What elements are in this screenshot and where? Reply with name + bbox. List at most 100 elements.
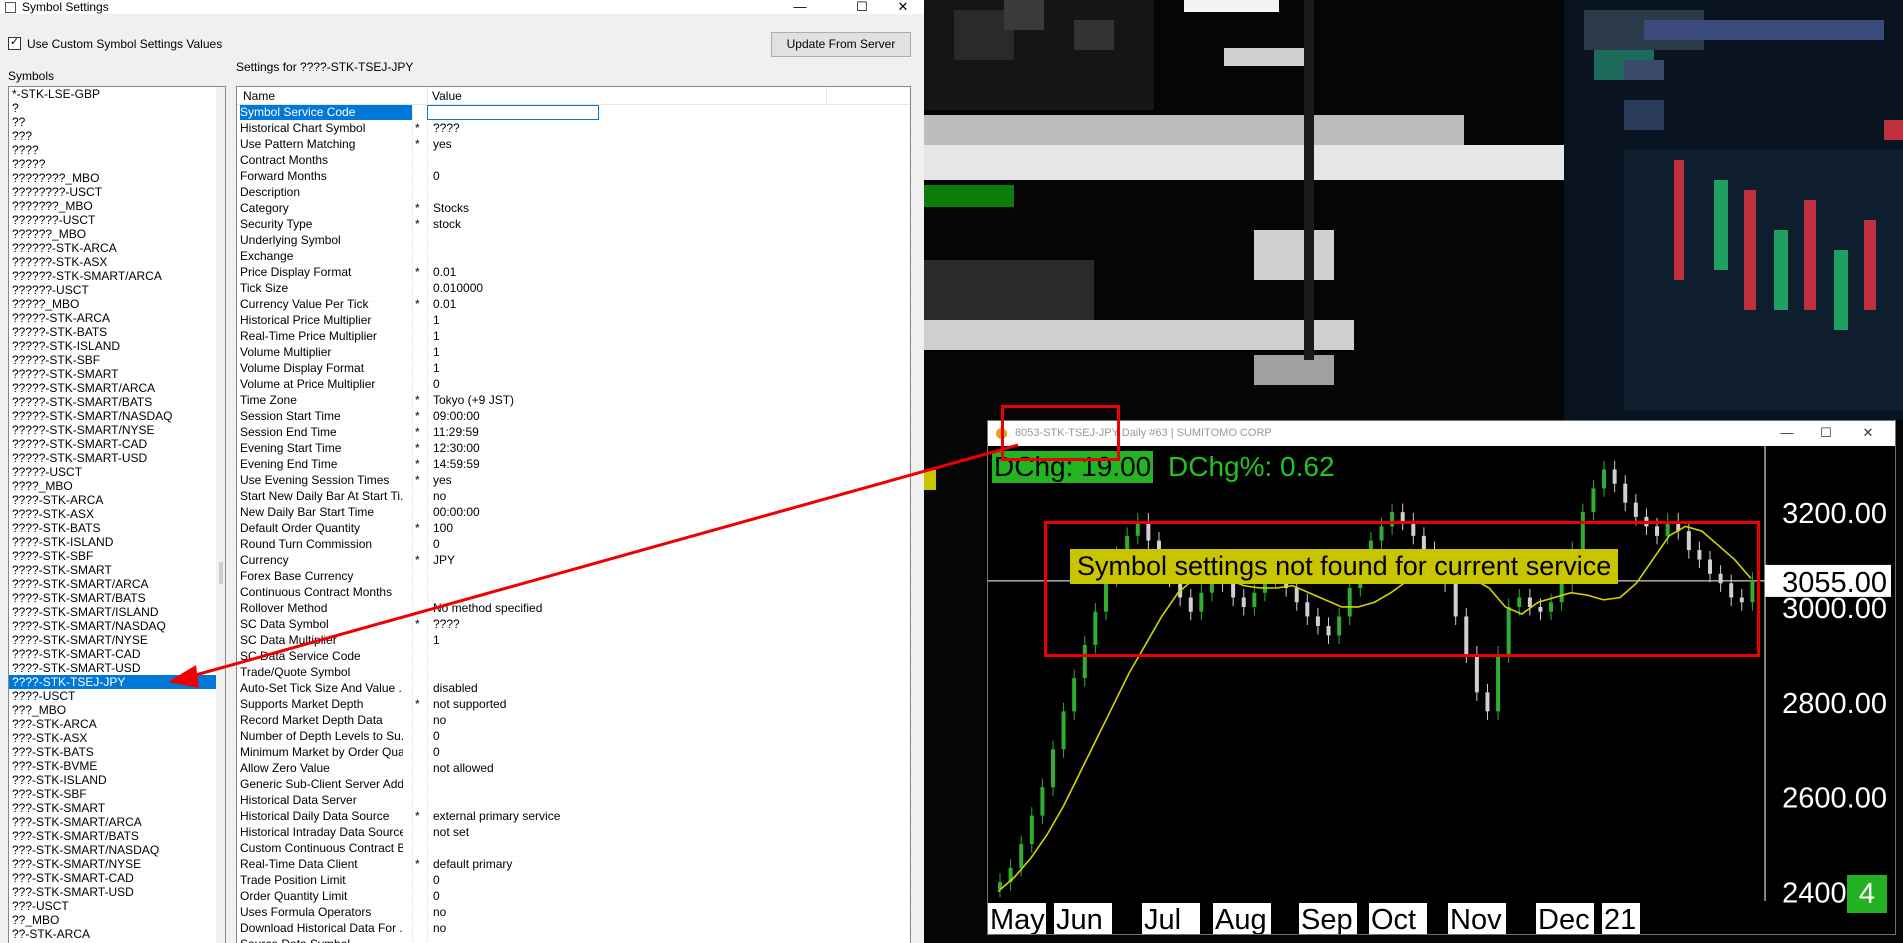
setting-row[interactable]: Auto-Set Tick Size And Value ... disabled — [237, 681, 910, 697]
setting-value[interactable]: 0 — [433, 873, 773, 888]
setting-value[interactable]: No method specified — [433, 601, 773, 616]
setting-value[interactable]: 1 — [433, 329, 773, 344]
symbol-list-item[interactable]: ????-STK-SMART/ISLAND — [9, 605, 225, 619]
symbol-list-item[interactable]: ???-STK-SMART/BATS — [9, 829, 225, 843]
setting-row[interactable]: Underlying Symbol — [237, 233, 910, 249]
setting-row[interactable]: Rollover Method No method specified — [237, 601, 910, 617]
setting-row[interactable]: Symbol Service Code — [237, 105, 910, 121]
setting-value[interactable]: 0 — [433, 745, 773, 760]
setting-row[interactable]: Historical Price Multiplier 1 — [237, 313, 910, 329]
setting-row[interactable]: Historical Daily Data Source * external pr… — [237, 809, 910, 825]
setting-value[interactable]: 14:59:59 — [433, 457, 773, 472]
symbol-list-item[interactable]: ???-STK-ISLAND — [9, 773, 225, 787]
setting-value[interactable]: Stocks — [433, 201, 773, 216]
settings-grid[interactable]: Name Value Symbol Service Code Historical… — [236, 86, 911, 943]
symbol-list-item[interactable]: ????? — [9, 157, 225, 171]
setting-row[interactable]: Use Evening Session Times * yes — [237, 473, 910, 489]
setting-value[interactable]: 11:29:59 — [433, 425, 773, 440]
setting-row[interactable]: Allow Zero Value not allowed — [237, 761, 910, 777]
chart-minimize-icon[interactable]: — — [1772, 424, 1802, 442]
symbol-list-item[interactable]: ????-USCT — [9, 689, 225, 703]
symbol-list-item[interactable]: ???-STK-SMART-USD — [9, 885, 225, 899]
setting-row[interactable]: Evening End Time * 14:59:59 — [237, 457, 910, 473]
setting-row[interactable]: Forward Months 0 — [237, 169, 910, 185]
setting-row[interactable]: Use Pattern Matching * yes — [237, 137, 910, 153]
setting-value[interactable]: ???? — [433, 617, 773, 632]
symbol-list-item[interactable]: ???? — [9, 143, 225, 157]
symbol-list-item[interactable]: ???-STK-BVME — [9, 759, 225, 773]
setting-row[interactable]: Real-Time Price Multiplier 1 — [237, 329, 910, 345]
setting-value[interactable]: JPY — [433, 553, 773, 568]
column-header-name[interactable]: Name — [243, 89, 275, 103]
close-icon[interactable]: ✕ — [888, 0, 918, 14]
setting-value[interactable]: disabled — [433, 681, 773, 696]
setting-row[interactable]: Source Data Symbol — [237, 937, 910, 943]
setting-value[interactable]: yes — [433, 137, 773, 152]
maximize-icon[interactable]: ☐ — [847, 0, 877, 14]
setting-value[interactable]: external primary service — [433, 809, 773, 824]
setting-row[interactable]: Exchange — [237, 249, 910, 265]
symbol-list-item[interactable]: ????-STK-SMART/NYSE — [9, 633, 225, 647]
setting-value[interactable]: 00:00:00 — [433, 505, 773, 520]
column-header-value[interactable]: Value — [432, 89, 462, 103]
setting-value[interactable]: no — [433, 713, 773, 728]
symbol-list-item[interactable]: ???-STK-SMART — [9, 801, 225, 815]
setting-value[interactable]: not allowed — [433, 761, 773, 776]
symbol-list-item[interactable]: ????-STK-SMART/ARCA — [9, 577, 225, 591]
setting-row[interactable]: Contract Months — [237, 153, 910, 169]
symbol-list-item[interactable]: ???-STK-SMART-CAD — [9, 871, 225, 885]
setting-row[interactable]: Forex Base Currency — [237, 569, 910, 585]
symbol-list-item[interactable]: ????_MBO — [9, 479, 225, 493]
setting-row[interactable]: Currency Value Per Tick * 0.01 — [237, 297, 910, 313]
setting-row[interactable]: Price Display Format * 0.01 — [237, 265, 910, 281]
setting-row[interactable]: Volume at Price Multiplier 0 — [237, 377, 910, 393]
setting-value[interactable]: 0.01 — [433, 265, 773, 280]
setting-row[interactable]: SC Data Multiplier 1 — [237, 633, 910, 649]
symbol-list-item[interactable]: ?????-STK-SMART-CAD — [9, 437, 225, 451]
setting-row[interactable]: New Daily Bar Start Time 00:00:00 — [237, 505, 910, 521]
symbol-list-item[interactable]: ?????-STK-SMART-USD — [9, 451, 225, 465]
setting-value[interactable]: not supported — [433, 697, 773, 712]
symbol-list-item[interactable]: ????-STK-SMART — [9, 563, 225, 577]
setting-value[interactable]: not set — [433, 825, 773, 840]
symbol-list-item[interactable]: ??-STK-ARCA — [9, 927, 225, 941]
symbols-list[interactable]: *-STK-LSE-GBP??????????????? ????????_MBO… — [8, 86, 226, 943]
symbol-list-item[interactable]: ??_MBO — [9, 913, 225, 927]
setting-row[interactable]: SC Data Service Code — [237, 649, 910, 665]
symbol-list-item[interactable]: ?????-STK-ISLAND — [9, 339, 225, 353]
setting-value[interactable]: 0 — [433, 889, 773, 904]
symbol-list-item[interactable]: ????-STK-SBF — [9, 549, 225, 563]
chart-close-icon[interactable]: ✕ — [1853, 424, 1883, 442]
symbol-list-item[interactable]: ?????-STK-SMART/NYSE — [9, 423, 225, 437]
symbol-list-item[interactable]: ???_MBO — [9, 703, 225, 717]
symbol-list-item[interactable]: ?????-STK-SBF — [9, 353, 225, 367]
symbol-list-item[interactable]: ????-STK-ARCA — [9, 493, 225, 507]
setting-value[interactable]: no — [433, 921, 773, 936]
symbol-list-item[interactable]: ????????_MBO — [9, 171, 225, 185]
setting-row[interactable]: Generic Sub-Client Server Add... — [237, 777, 910, 793]
setting-row[interactable]: Category * Stocks — [237, 201, 910, 217]
symbol-list-item[interactable]: ??????-STK-SMART/ARCA — [9, 269, 225, 283]
symbol-list-item[interactable]: ???-STK-SBF — [9, 787, 225, 801]
setting-row[interactable]: Historical Intraday Data Source not set — [237, 825, 910, 841]
setting-value[interactable]: 100 — [433, 521, 773, 536]
setting-row[interactable]: Time Zone * Tokyo (+9 JST) — [237, 393, 910, 409]
setting-value[interactable]: 0 — [433, 729, 773, 744]
setting-row[interactable]: Volume Display Format 1 — [237, 361, 910, 377]
symbol-list-item[interactable]: ????-STK-ISLAND — [9, 535, 225, 549]
symbol-list-item[interactable]: ????????-USCT — [9, 185, 225, 199]
setting-row[interactable]: Supports Market Depth * not supported — [237, 697, 910, 713]
symbol-list-item[interactable]: ???????_MBO — [9, 199, 225, 213]
setting-row[interactable]: Volume Multiplier 1 — [237, 345, 910, 361]
symbol-list-item[interactable]: ?????-STK-SMART/ARCA — [9, 381, 225, 395]
symbol-list-item[interactable]: ????-STK-SMART/BATS — [9, 591, 225, 605]
setting-row[interactable]: Session Start Time * 09:00:00 — [237, 409, 910, 425]
setting-value[interactable]: Tokyo (+9 JST) — [433, 393, 773, 408]
setting-row[interactable]: Order Quantity Limit 0 — [237, 889, 910, 905]
symbol-list-item[interactable]: ??????_MBO — [9, 227, 225, 241]
setting-value[interactable]: 12:30:00 — [433, 441, 773, 456]
symbol-list-item[interactable]: ?????_MBO — [9, 297, 225, 311]
symbol-list-item[interactable]: ???-STK-ASX — [9, 731, 225, 745]
symbol-list-item[interactable]: ????-STK-SMART-USD — [9, 661, 225, 675]
symbol-list-item[interactable]: ? — [9, 101, 225, 115]
